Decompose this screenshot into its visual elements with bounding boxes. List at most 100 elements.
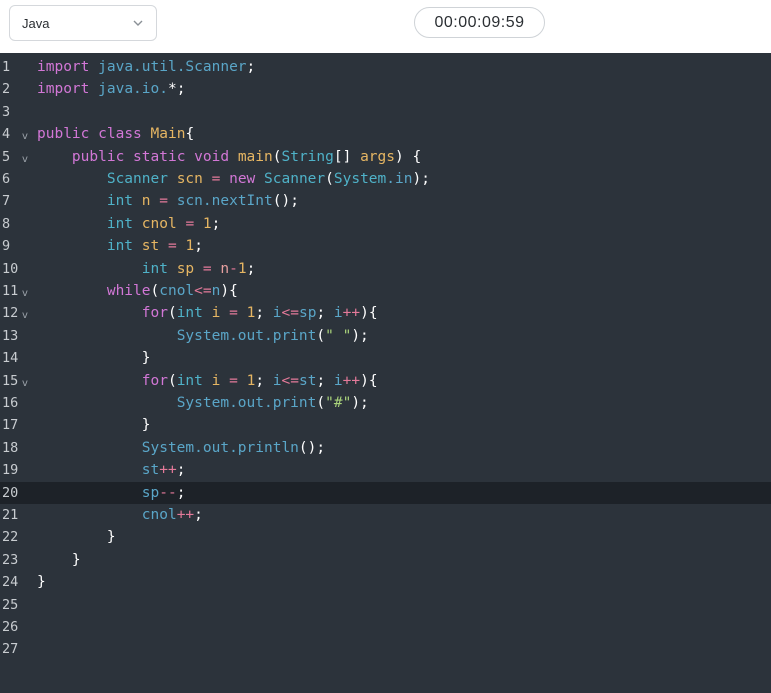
code-token: sp	[298, 305, 317, 322]
top-toolbar: Java 00:00:09:59	[0, 0, 771, 53]
code-token: ) {	[395, 148, 422, 165]
code-line[interactable]: 7 int n = scn.nextInt();	[0, 190, 771, 212]
code-token: =	[159, 193, 168, 210]
line-number: 17	[2, 417, 19, 434]
line-number: 14	[2, 350, 19, 367]
code-text: System.out.println();	[37, 437, 325, 459]
fold-toggle-icon[interactable]: v	[22, 283, 32, 299]
code-token: int	[106, 215, 134, 232]
code-line[interactable]: 8 int cnol = 1;	[0, 213, 771, 235]
code-token: ;	[255, 305, 273, 322]
code-token: public	[37, 126, 90, 143]
code-line[interactable]: 9 int st = 1;	[0, 235, 771, 257]
code-text: public class Main{	[37, 123, 194, 145]
code-token: System.out.print	[176, 327, 317, 344]
code-token: System.out.print	[176, 395, 317, 411]
code-line[interactable]: 11 v while(cnol<=n){	[0, 280, 771, 302]
code-line[interactable]: 13 System.out.print(" ");	[0, 325, 771, 347]
code-line[interactable]: 14 }	[0, 347, 771, 369]
line-number: 1	[2, 59, 11, 75]
code-line[interactable]: 1 import java.util.Scanner;	[0, 56, 771, 78]
code-token: }	[141, 350, 151, 367]
code-text: }	[37, 347, 151, 369]
code-line[interactable]: 4 v public class Main{	[0, 123, 771, 145]
code-text: }	[37, 571, 46, 593]
code-token: int	[106, 193, 134, 210]
line-number: 27	[2, 641, 19, 658]
fold-toggle-icon[interactable]: v	[22, 305, 32, 321]
code-line[interactable]: 12 v for(int i = 1; i<=sp; i++){	[0, 302, 771, 324]
code-line[interactable]: 2 import java.io.*;	[0, 78, 771, 100]
code-line[interactable]: 15 v for(int i = 1; i<=st; i++){	[0, 370, 771, 392]
code-text: import java.io.*;	[37, 78, 185, 100]
fold-toggle-icon[interactable]: v	[22, 126, 32, 142]
code-line[interactable]: 17 }	[0, 414, 771, 436]
code-token: *;	[167, 81, 186, 98]
code-token: <=	[281, 305, 299, 322]
code-token: (	[316, 395, 326, 411]
code-line[interactable]: 20 sp--;	[0, 481, 771, 504]
code-token: scn	[176, 171, 203, 187]
code-token: .in	[386, 171, 413, 187]
language-select[interactable]: Java	[9, 5, 157, 41]
code-token: st	[141, 462, 160, 479]
code-token: =	[185, 215, 195, 232]
code-line[interactable]: 6 Scanner scn = new Scanner(System.in);	[0, 168, 771, 190]
line-number: 12	[2, 305, 19, 322]
code-line[interactable]: 23 }	[0, 549, 771, 571]
code-token: 1	[185, 238, 195, 255]
code-text: int cnol = 1;	[37, 213, 221, 235]
code-token: {	[185, 126, 195, 143]
code-editor[interactable]: 1 import java.util.Scanner; 2 import java.i…	[0, 53, 771, 693]
fold-toggle-icon[interactable]: v	[22, 149, 32, 165]
code-token: String	[281, 148, 334, 165]
code-token: import	[37, 59, 90, 75]
code-line[interactable]: 27	[0, 638, 771, 660]
code-line[interactable]: 26	[0, 616, 771, 638]
code-line[interactable]: 10 int sp = n-1;	[0, 258, 771, 280]
fold-toggle-icon[interactable]: v	[22, 373, 32, 389]
code-line[interactable]: 21 cnol++;	[0, 504, 771, 526]
code-token: new	[229, 171, 256, 187]
line-number: 15	[2, 372, 19, 389]
code-line[interactable]: 18 System.out.println();	[0, 437, 771, 459]
code-token: st	[298, 372, 317, 389]
code-line[interactable]: 16 System.out.print("#");	[0, 392, 771, 414]
line-number: 8	[2, 215, 11, 232]
code-token: while	[106, 283, 151, 299]
timer: 00:00:09:59	[414, 7, 545, 38]
code-line[interactable]: 19 st++;	[0, 459, 771, 481]
code-token: <=	[194, 283, 212, 299]
code-line[interactable]: 24}	[0, 571, 771, 593]
code-token: []	[333, 148, 361, 165]
code-token: int	[106, 238, 134, 255]
language-select-value: Java	[22, 16, 50, 31]
code-token: 1	[246, 372, 256, 389]
code-text: System.out.print("#");	[37, 392, 369, 414]
code-line[interactable]: 22 }	[0, 526, 771, 548]
code-line[interactable]: 25	[0, 594, 771, 616]
code-token: st	[141, 238, 160, 255]
code-line[interactable]: 5v public static void main(String[] args…	[0, 146, 771, 168]
code-text: for(int i = 1; i<=st; i++){	[37, 370, 378, 392]
code-token: System.out.println	[141, 439, 299, 456]
code-token: --	[159, 484, 177, 501]
code-token: ();	[298, 439, 326, 456]
code-line[interactable]: 3	[0, 101, 771, 123]
line-number: 3	[2, 103, 11, 120]
